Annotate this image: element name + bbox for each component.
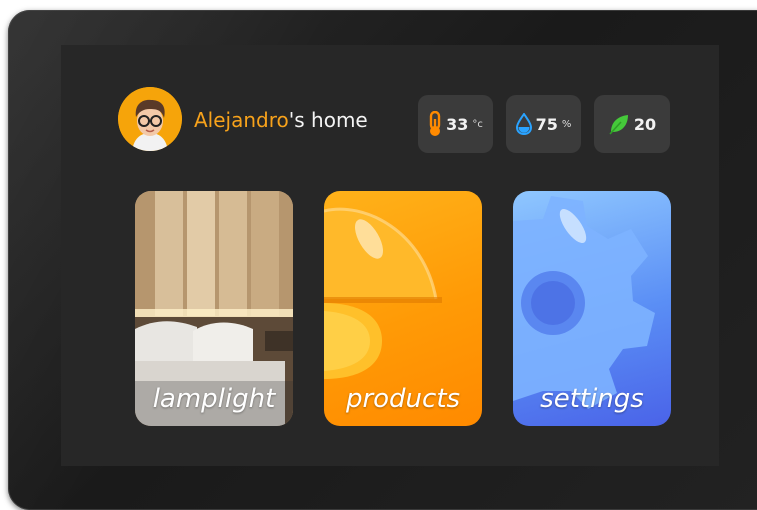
temperature-unit: °c <box>472 118 483 130</box>
humidity-tile[interactable]: 75% <box>506 95 581 153</box>
air-quality-tile[interactable]: 20 <box>594 95 670 153</box>
lamplight-label: lamplight <box>152 384 276 414</box>
products-label: products <box>345 384 461 414</box>
device-frame: Alejandro's home 33 °c 75% 20 lamplight … <box>8 10 757 510</box>
owner-name: Alejandro <box>194 108 289 132</box>
user-avatar[interactable] <box>118 87 182 151</box>
humidity-value: 75 <box>535 114 558 134</box>
title-suffix: 's home <box>288 108 368 132</box>
temperature-value: 33 <box>446 114 469 134</box>
thermometer-icon <box>428 111 442 137</box>
lamplight-card[interactable]: lamplight <box>135 191 293 426</box>
products-card[interactable]: products <box>324 191 482 426</box>
humidity-unit: % <box>561 118 572 130</box>
home-title: Alejandro's home <box>194 108 368 132</box>
water-drop-icon <box>515 113 532 135</box>
screen: Alejandro's home 33 °c 75% 20 lamplight … <box>61 45 719 466</box>
air-quality-value: 20 <box>633 114 657 134</box>
settings-card[interactable]: settings <box>513 191 671 426</box>
leaf-icon <box>608 113 630 135</box>
settings-label: settings <box>540 384 644 414</box>
temperature-tile[interactable]: 33 °c <box>418 95 493 153</box>
